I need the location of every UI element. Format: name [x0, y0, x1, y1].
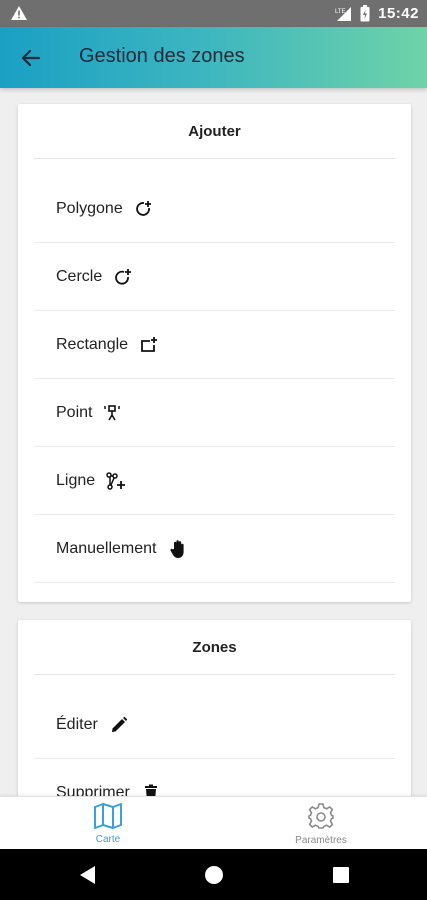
- map-icon: [94, 802, 122, 829]
- add-rectangle-item[interactable]: Rectangle: [34, 311, 395, 379]
- add-card: Ajouter Polygone Cercle Rectangle Point: [18, 104, 411, 602]
- page-title: Gestion des zones: [79, 45, 245, 67]
- add-manual-item[interactable]: Manuellement: [34, 515, 395, 583]
- clock: 15:42: [378, 5, 419, 22]
- add-circle-item[interactable]: Cercle: [34, 243, 395, 311]
- add-card-title: Ajouter: [34, 104, 395, 159]
- polygon-add-icon: [134, 199, 154, 219]
- add-line-item[interactable]: Ligne: [34, 447, 395, 515]
- app-bar: Gestion des zones: [0, 27, 427, 88]
- status-icons: LTE 15:42: [334, 4, 419, 23]
- svg-text:LTE: LTE: [335, 9, 346, 15]
- warning-icon: [11, 6, 27, 20]
- add-polygon-label: Polygone: [56, 199, 123, 217]
- line-add-icon: [106, 471, 126, 491]
- nav-parametres[interactable]: Paramètres: [246, 797, 396, 850]
- add-manual-label: Manuellement: [56, 539, 157, 557]
- add-point-label: Point: [56, 403, 93, 421]
- edit-zone-item[interactable]: Éditer: [34, 691, 395, 759]
- add-polygon-item[interactable]: Polygone: [34, 175, 395, 243]
- point-add-icon: [103, 403, 123, 423]
- status-bar: LTE 15:42: [0, 0, 427, 27]
- rectangle-add-icon: [139, 335, 159, 355]
- add-line-label: Ligne: [56, 471, 96, 489]
- add-circle-label: Cercle: [56, 267, 103, 285]
- circle-add-icon: [113, 267, 133, 287]
- nav-carte-label: Carte: [95, 833, 121, 845]
- zones-card: Zones Éditer Supprimer: [18, 620, 411, 827]
- zones-card-title: Zones: [34, 620, 395, 675]
- gear-icon: [308, 802, 334, 829]
- battery-icon: [360, 5, 370, 22]
- back-triangle-icon[interactable]: [76, 863, 100, 887]
- system-nav-bar: [0, 849, 427, 900]
- back-arrow-icon[interactable]: [18, 45, 44, 71]
- add-rectangle-label: Rectangle: [56, 335, 129, 353]
- home-circle-icon[interactable]: [202, 863, 226, 887]
- add-point-item[interactable]: Point: [34, 379, 395, 447]
- pencil-icon: [109, 715, 129, 735]
- edit-zone-label: Éditer: [56, 715, 98, 733]
- bottom-nav: Carte Paramètres: [0, 796, 427, 849]
- hand-icon: [168, 539, 188, 559]
- nav-parametres-label: Paramètres: [295, 834, 347, 846]
- signal-icon: LTE: [335, 6, 352, 21]
- nav-carte[interactable]: Carte: [33, 797, 183, 850]
- recents-square-icon[interactable]: [329, 863, 353, 887]
